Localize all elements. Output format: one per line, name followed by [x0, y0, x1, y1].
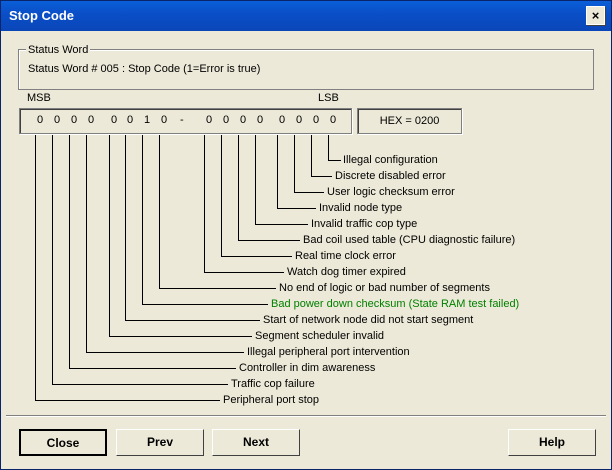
leader-line [125, 135, 126, 321]
bit-5: 0 [239, 114, 247, 126]
leader-line [328, 135, 329, 161]
leader-line [52, 384, 228, 385]
msb-label: MSB [27, 92, 51, 104]
leader-line [159, 135, 160, 289]
status-word-text: Status Word # 005 : Stop Code (1=Error i… [28, 63, 261, 75]
desc-bit-9: Bad power down checksum (State RAM test … [271, 298, 520, 310]
leader-line [142, 304, 268, 305]
desc-bit-1: Discrete disabled error [335, 170, 446, 182]
status-word-legend: Status Word [26, 44, 91, 56]
bit-10: 0 [126, 114, 134, 126]
bit-9: 1 [143, 114, 151, 126]
bit-11: 0 [110, 114, 118, 126]
lsb-label: LSB [318, 92, 339, 104]
title-bar: Stop Code × [1, 1, 611, 31]
leader-line [35, 135, 36, 401]
bit-13: 0 [70, 114, 78, 126]
leader-line [109, 135, 110, 337]
desc-bit-4: Invalid traffic cop type [311, 218, 418, 230]
desc-bit-12: Illegal peripheral port intervention [247, 346, 410, 358]
desc-bit-10: Start of network node did not start segm… [263, 314, 474, 326]
bit-6: 0 [222, 114, 230, 126]
bit-15: 0 [36, 114, 44, 126]
leader-line [204, 272, 284, 273]
next-button[interactable]: Next [212, 429, 300, 456]
bit-8: 0 [160, 114, 168, 126]
leader-line [294, 192, 324, 193]
bit-2: 0 [295, 114, 303, 126]
leader-line [277, 135, 278, 209]
bit-3: 0 [278, 114, 286, 126]
bit-separator: - [180, 114, 184, 126]
leader-line [255, 224, 308, 225]
desc-bit-11: Segment scheduler invalid [255, 330, 385, 342]
bit-7: 0 [205, 114, 213, 126]
leader-line [294, 135, 295, 193]
desc-bit-0: Illegal configuration [343, 154, 438, 166]
desc-bit-7: Watch dog timer expired [287, 266, 406, 278]
bit-4: 0 [256, 114, 264, 126]
desc-bit-15: Peripheral port stop [223, 394, 319, 406]
leader-line [125, 320, 260, 321]
leader-line [86, 135, 87, 353]
leader-line [311, 176, 332, 177]
leader-line [328, 160, 341, 161]
desc-bit-14: Traffic cop failure [231, 378, 315, 390]
desc-bit-6: Real time clock error [295, 250, 396, 262]
prev-button[interactable]: Prev [116, 429, 204, 456]
window-title: Stop Code [9, 8, 74, 23]
help-button[interactable]: Help [508, 429, 596, 456]
close-icon[interactable]: × [586, 6, 605, 25]
stop-code-dialog: Stop Code × Status Word Status Word # 00… [0, 0, 612, 470]
leader-line [69, 135, 70, 369]
leader-line [311, 135, 312, 177]
leader-line [255, 135, 256, 225]
leader-line [142, 135, 143, 305]
leader-line [159, 288, 276, 289]
separator [6, 415, 606, 417]
close-button[interactable]: Close [19, 429, 107, 456]
desc-bit-3: Invalid node type [319, 202, 403, 214]
leader-line [69, 368, 236, 369]
bit-1: 0 [312, 114, 320, 126]
leader-line [35, 400, 220, 401]
leader-line [204, 135, 205, 273]
leader-line [238, 240, 300, 241]
leader-line [277, 208, 316, 209]
desc-bit-13: Controller in dim awareness [239, 362, 376, 374]
bit-0: 0 [329, 114, 337, 126]
bit-12: 0 [87, 114, 95, 126]
desc-bit-5: Bad coil used table (CPU diagnostic fail… [303, 234, 516, 246]
hex-value: HEX = 0200 [357, 108, 462, 134]
leader-line [221, 135, 222, 257]
leader-line [221, 256, 292, 257]
leader-line [86, 352, 244, 353]
bit-14: 0 [53, 114, 61, 126]
desc-bit-8: No end of logic or bad number of segment… [279, 282, 490, 294]
leader-line [109, 336, 252, 337]
desc-bit-2: User logic checksum error [327, 186, 455, 198]
leader-line [238, 135, 239, 241]
leader-line [52, 135, 53, 385]
